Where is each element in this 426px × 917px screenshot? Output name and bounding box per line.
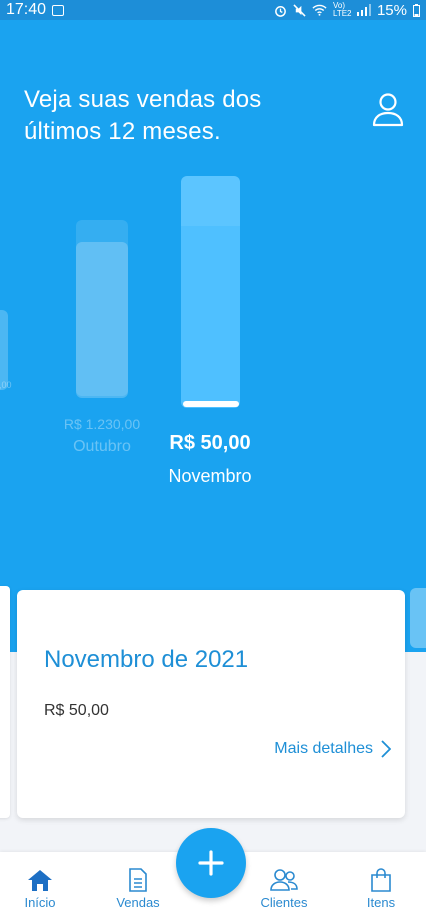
battery-percent: 15% bbox=[376, 1, 407, 19]
document-icon bbox=[129, 868, 147, 892]
nav-inicio[interactable]: Início bbox=[0, 868, 80, 910]
chart-month-november: Novembro bbox=[168, 466, 252, 486]
previous-month-card[interactable] bbox=[0, 586, 10, 818]
chart-value-october: R$ 1.230,00 bbox=[63, 416, 141, 432]
chart-value-september: 0,00 bbox=[0, 380, 12, 390]
nav-vendas-label: Vendas bbox=[116, 895, 160, 910]
home-icon bbox=[28, 870, 52, 891]
signal-icon bbox=[356, 4, 371, 16]
network-label: Vo) LTE2 bbox=[332, 1, 352, 18]
more-details-link[interactable]: Mais detalhes bbox=[274, 740, 391, 758]
chart-month-october: Outubro bbox=[73, 438, 131, 455]
card-amount: R$ 50,00 bbox=[44, 702, 109, 719]
page-title: Veja suas vendas dos últimos 12 meses. bbox=[24, 86, 262, 145]
status-time: 17:40 bbox=[6, 1, 47, 18]
chevron-right-icon bbox=[381, 740, 391, 758]
status-icons: Vo) LTE2 15% bbox=[274, 2, 420, 19]
chart-bar-november[interactable] bbox=[181, 176, 240, 408]
more-details-label: Mais detalhes bbox=[274, 740, 373, 757]
nav-inicio-label: Início bbox=[24, 895, 56, 910]
next-month-card[interactable] bbox=[410, 588, 426, 648]
add-button[interactable] bbox=[176, 828, 246, 898]
chart-bar-september[interactable] bbox=[0, 310, 8, 390]
shopping-bag-icon bbox=[371, 868, 391, 892]
chart-bar-october[interactable] bbox=[76, 242, 128, 398]
wifi-icon bbox=[312, 4, 327, 16]
plus-icon bbox=[198, 850, 224, 876]
nav-clientes[interactable]: Clientes bbox=[244, 868, 324, 910]
chart-bar-november-highlight bbox=[181, 176, 240, 226]
selected-bar-indicator bbox=[183, 401, 239, 407]
nav-itens[interactable]: Itens bbox=[341, 868, 421, 910]
month-summary-card: Novembro de 2021 R$ 50,00 Mais detalhes bbox=[17, 590, 405, 818]
nav-clientes-label: Clientes bbox=[260, 895, 308, 910]
user-profile-icon[interactable] bbox=[372, 92, 404, 128]
people-icon bbox=[270, 869, 298, 891]
card-title: Novembro de 2021 bbox=[44, 646, 249, 673]
notification-icon bbox=[52, 4, 65, 16]
battery-icon bbox=[413, 3, 420, 17]
chart-value-november: R$ 50,00 bbox=[169, 432, 251, 454]
sales-chart-section: Veja suas vendas dos últimos 12 meses. 0… bbox=[0, 20, 426, 652]
nav-itens-label: Itens bbox=[366, 895, 396, 910]
status-bar: 17:40 Vo) LTE2 15% bbox=[0, 0, 426, 20]
nav-vendas[interactable]: Vendas bbox=[98, 868, 178, 910]
alarm-icon bbox=[275, 5, 286, 17]
mute-icon bbox=[293, 3, 306, 17]
